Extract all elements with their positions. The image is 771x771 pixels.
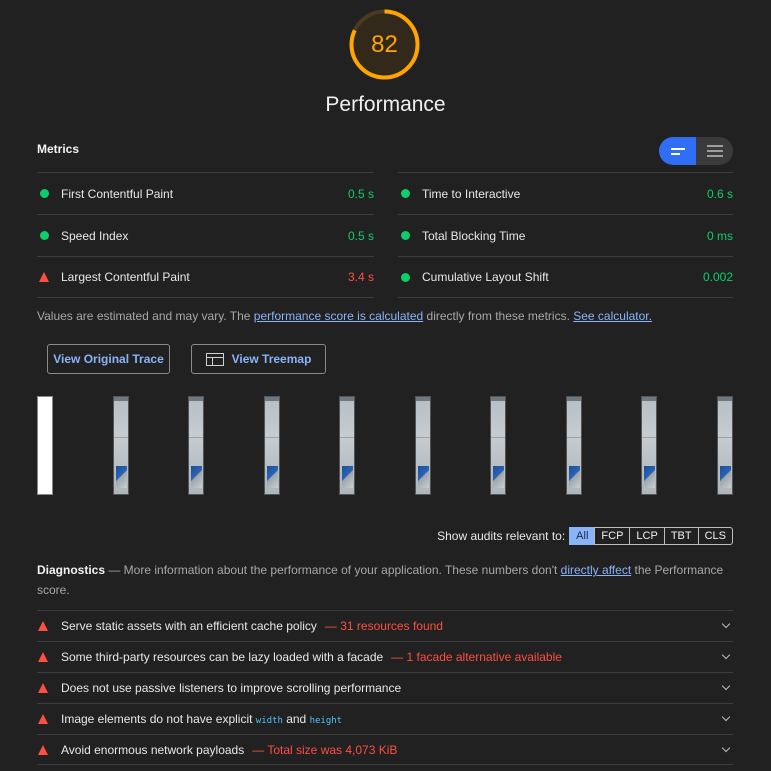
chevron-down-icon[interactable] (721, 714, 731, 724)
pass-icon (38, 231, 50, 240)
metric-value: 0.5 s (347, 186, 374, 201)
note-text: directly from these metrics. (423, 309, 574, 323)
metric-value: 0.5 s (347, 228, 374, 243)
metric-value: 3.4 s (347, 270, 374, 284)
expanded-view-button[interactable] (696, 137, 733, 165)
filmstrip-frame (339, 396, 355, 495)
filmstrip-frame (566, 396, 582, 495)
metrics-left-column: First Contentful Paint 0.5 s Speed Index… (37, 172, 374, 298)
audit-title-text: and (282, 712, 310, 726)
filter-chip-lcp[interactable]: LCP (629, 527, 665, 545)
audit-row[interactable]: Image elements do not have explicit widt… (37, 703, 733, 734)
chevron-down-icon[interactable] (721, 621, 731, 631)
filmstrip-frame (490, 396, 506, 495)
metric-value: 0 ms (706, 228, 733, 243)
directly-affect-link[interactable]: directly affect (561, 563, 631, 577)
fail-icon (38, 652, 48, 662)
performance-gauge: 82 (348, 8, 421, 81)
metrics-view-toggle[interactable] (659, 137, 733, 165)
audit-title: Serve static assets with an efficient ca… (61, 619, 317, 633)
metrics-right-column: Time to Interactive 0.6 s Total Blocking… (398, 172, 733, 298)
audit-title: Does not use passive listeners to improv… (61, 681, 402, 695)
audit-summary: — 1 facade alternative available (391, 650, 562, 664)
audit-title-text: Image elements do not have explicit (61, 712, 256, 726)
gauge-title: Performance (325, 93, 446, 116)
filmstrip-frame (113, 396, 129, 495)
pass-icon (399, 272, 411, 282)
chevron-down-icon[interactable] (721, 683, 731, 693)
metric-row: Cumulative Layout Shift 0.002 (398, 256, 733, 298)
fail-icon (38, 621, 48, 631)
metric-value: 0.002 (702, 270, 733, 284)
view-original-trace-button[interactable]: View Original Trace (47, 344, 170, 374)
chevron-down-icon[interactable] (721, 652, 731, 662)
metric-row: Time to Interactive 0.6 s (398, 172, 733, 214)
code-width: width (255, 716, 283, 726)
treemap-icon (205, 352, 224, 366)
filmstrip-frame (264, 396, 280, 495)
filmstrip-frame (188, 396, 204, 495)
metric-row: Total Blocking Time 0 ms (398, 214, 733, 256)
audit-row[interactable]: Does not use passive listeners to improv… (37, 672, 733, 703)
filter-chip-cls[interactable]: CLS (697, 527, 733, 545)
metric-label: Cumulative Layout Shift (422, 270, 549, 284)
filter-chip-fcp[interactable]: FCP (594, 527, 631, 545)
chevron-down-icon[interactable] (721, 745, 731, 755)
metric-row: Speed Index 0.5 s (37, 214, 374, 256)
filmstrip-frame (717, 396, 733, 495)
filmstrip-frame (641, 396, 657, 495)
fail-icon (38, 744, 48, 755)
metric-value: 0.6 s (706, 186, 733, 201)
diagnostics-text: — More information about the performance… (105, 563, 561, 577)
code-height: height (309, 716, 343, 726)
note-text: Values are estimated and may vary. The (37, 309, 254, 323)
filmstrip-frame (415, 396, 431, 495)
audit-row[interactable]: Avoid enormous network payloads — Total … (37, 734, 733, 765)
audit-row[interactable]: Serve static assets with an efficient ca… (37, 610, 733, 641)
metric-label: Largest Contentful Paint (61, 270, 190, 284)
pass-icon (399, 189, 411, 198)
audit-summary: — Total size was 4,073 KiB (252, 742, 398, 757)
score-calculated-link[interactable]: performance score is calculated (254, 309, 423, 323)
expanded-list-icon (706, 145, 723, 157)
pass-icon (399, 231, 411, 240)
fail-icon (38, 683, 48, 693)
audit-title: Image elements do not have explicit widt… (61, 712, 342, 726)
audit-title: Avoid enormous network payloads (61, 742, 245, 757)
audit-summary: — 31 resources found (324, 619, 443, 633)
audit-filter: Show audits relevant to: All FCP LCP TBT… (437, 527, 733, 545)
view-treemap-button[interactable]: View Treemap (191, 344, 326, 374)
compact-list-icon (670, 147, 685, 155)
audit-title: Some third-party resources can be lazy l… (61, 650, 384, 664)
metric-label: Total Blocking Time (422, 228, 526, 243)
metrics-note: Values are estimated and may vary. The p… (37, 309, 652, 323)
diagnostics-description: Diagnostics — More information about the… (37, 560, 737, 600)
audit-row[interactable]: Some third-party resources can be lazy l… (37, 641, 733, 672)
compact-view-button[interactable] (659, 137, 696, 165)
see-calculator-link[interactable]: See calculator. (573, 309, 652, 323)
audit-filter-label: Show audits relevant to: (437, 529, 566, 543)
metric-row: First Contentful Paint 0.5 s (37, 172, 374, 214)
filter-chip-all[interactable]: All (569, 527, 596, 545)
fail-icon (38, 714, 48, 724)
fail-icon (38, 272, 50, 282)
metrics-heading: Metrics (37, 142, 80, 156)
diagnostics-audit-list: Serve static assets with an efficient ca… (37, 610, 733, 765)
filmstrip-frame (37, 396, 53, 495)
metric-row: Largest Contentful Paint 3.4 s (37, 256, 374, 298)
metric-label: Speed Index (61, 228, 129, 243)
view-treemap-label: View Treemap (231, 352, 312, 366)
pass-icon (38, 189, 50, 198)
metric-label: First Contentful Paint (61, 186, 174, 201)
gauge-score: 82 (371, 30, 398, 58)
metric-label: Time to Interactive (422, 186, 521, 201)
filter-chip-tbt[interactable]: TBT (663, 527, 699, 545)
diagnostics-heading: Diagnostics (37, 563, 106, 577)
